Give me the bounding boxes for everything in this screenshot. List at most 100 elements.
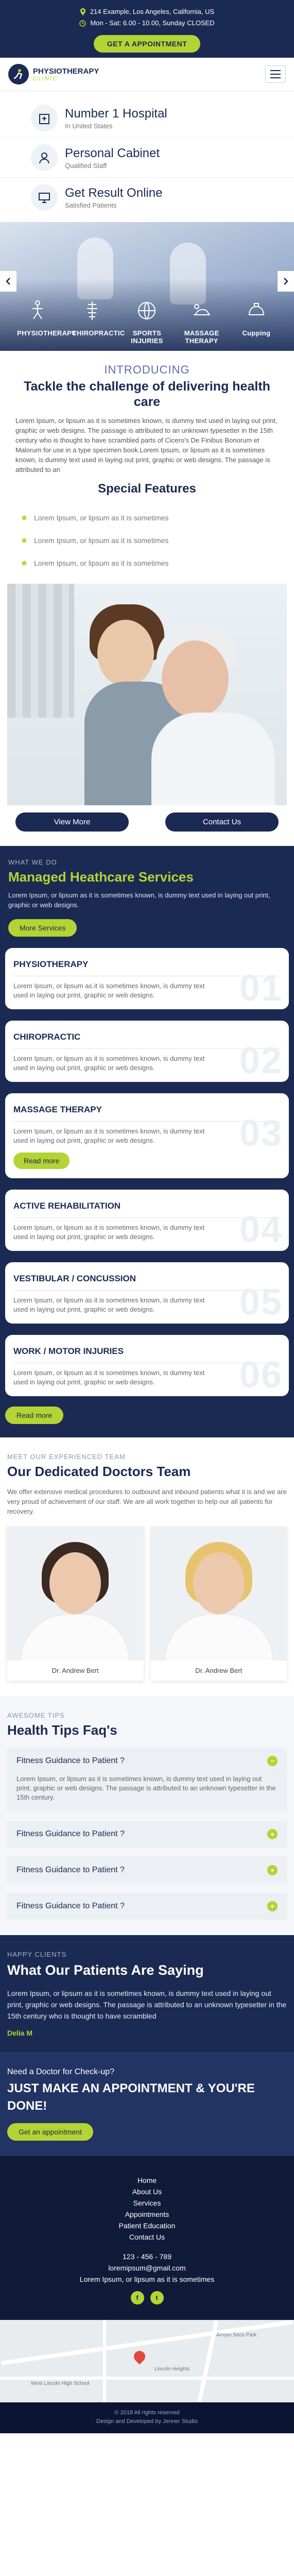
- sports-icon: [131, 295, 162, 326]
- hero-service-label: PHYSIOTHERAPY: [17, 329, 77, 337]
- get-an-appointment-button[interactable]: Get an appointment: [7, 2123, 93, 2141]
- photo-blinds: [7, 584, 74, 718]
- photo-shape: [49, 1552, 101, 1614]
- tips-kicker: AWESOME TIPS: [7, 1711, 65, 1719]
- logo[interactable]: PHYSIOTHERAPY CLINIC: [8, 64, 99, 84]
- faq-item[interactable]: Fitness Guidance to Patient ? +: [7, 1821, 287, 1848]
- service-card-number: 05: [239, 1282, 283, 1323]
- faq-item[interactable]: Fitness Guidance to Patient ? − Lorem Ip…: [7, 1748, 287, 1811]
- plus-icon: +: [267, 1829, 278, 1839]
- footer-phone[interactable]: 123 - 456 - 789: [7, 2251, 287, 2262]
- testimonial-kicker: HAPPY CLIENTS: [7, 1951, 67, 1958]
- team-section: MEET OUR EXPERIENCED TEAM Our Dedicated …: [0, 1437, 294, 1696]
- footer-link-services[interactable]: Services: [7, 2197, 287, 2209]
- address-row: 214 Example, Los Angeles, California, US: [0, 6, 294, 18]
- faq-question[interactable]: Fitness Guidance to Patient ? +: [7, 1857, 287, 1884]
- service-card[interactable]: VESTIBULAR / CONCUSSION Lorem Ipsum, or …: [5, 1262, 289, 1324]
- slider-prev-button[interactable]: [0, 271, 16, 292]
- special-features-list: Lorem Ipsum, or lipsum as it is sometime…: [0, 501, 294, 584]
- testimonial-author: Delia M: [7, 2029, 33, 2037]
- footer-link-appointments[interactable]: Appointments: [7, 2209, 287, 2220]
- star-icon: [21, 560, 28, 567]
- doctor-card[interactable]: Dr. Andrew Bert: [7, 1527, 144, 1681]
- hero-service-item[interactable]: PHYSIOTHERAPY: [17, 295, 77, 345]
- hero-service-item[interactable]: CHIROPRACTIC: [72, 295, 125, 345]
- read-more-button[interactable]: Read more: [13, 1153, 70, 1169]
- service-card[interactable]: WORK / MOTOR INJURIES Lorem Ipsum, or li…: [5, 1335, 289, 1396]
- view-more-button[interactable]: View More: [15, 812, 129, 832]
- hero-service-item[interactable]: SPORTS INJURIES: [126, 295, 167, 345]
- cupping-icon: [241, 295, 272, 326]
- footer-link-about[interactable]: About Us: [7, 2186, 287, 2197]
- service-card[interactable]: PHYSIOTHERAPY Lorem Ipsum, or lipsum as …: [5, 948, 289, 1009]
- list-item: Lorem Ipsum, or lipsum as it is sometime…: [21, 506, 294, 529]
- menu-bar: [270, 70, 281, 71]
- feature-title: Number 1 Hospital: [65, 106, 167, 121]
- service-card-number: 03: [239, 1113, 283, 1154]
- chiro-icon: [77, 295, 108, 326]
- footer-link-home[interactable]: Home: [7, 2175, 287, 2186]
- cta-section: Need a Doctor for Check-up? JUST MAKE AN…: [0, 2053, 294, 2156]
- more-services-button[interactable]: More Services: [8, 919, 77, 937]
- features-list: Number 1 Hospital In United States Person…: [0, 91, 294, 222]
- faq-question[interactable]: Fitness Guidance to Patient ? +: [7, 1821, 287, 1848]
- feature-subtitle: Satisfied Patients: [65, 201, 117, 209]
- hamburger-menu-button[interactable]: [265, 65, 286, 83]
- service-card-desc: Lorem Ipsum, or lipsum as it is sometime…: [13, 1127, 205, 1144]
- doctor-photo: [150, 1527, 287, 1660]
- testimonial-quote: Lorem Ipsum, or lipsum as it is sometime…: [7, 1989, 287, 2020]
- minus-icon: −: [267, 1756, 278, 1766]
- credit-text[interactable]: Design and Developed by Jenner Studio: [0, 2417, 294, 2426]
- slider-next-button[interactable]: [278, 271, 294, 292]
- bullet-text: Lorem Ipsum, or lipsum as it is sometime…: [34, 536, 169, 545]
- map-label: Lincoln Heights: [154, 2366, 190, 2372]
- map-pin-icon[interactable]: [131, 2348, 148, 2365]
- location-map[interactable]: West Lincoln High School Lincoln Heights…: [0, 2320, 294, 2402]
- site-footer: Home About Us Services Appointments Pati…: [0, 2156, 294, 2320]
- hero-service-item[interactable]: MASSAGE THERAPY: [181, 295, 222, 345]
- bullet-text: Lorem Ipsum, or lipsum as it is sometime…: [34, 559, 169, 567]
- testimonial-title: What Our Patients Are Saying: [7, 1962, 204, 1978]
- service-card-number: 04: [239, 1209, 283, 1250]
- bullet-text: Lorem Ipsum, or lipsum as it is sometime…: [34, 514, 169, 522]
- services-title: Managed Heathcare Services: [8, 869, 194, 885]
- feature-subtitle: Qualified Staff: [65, 161, 107, 170]
- chevron-right-icon: [284, 278, 288, 285]
- intro-section: INTRODUCING Tackle the challenge of deli…: [0, 351, 294, 501]
- service-card[interactable]: MASSAGE THERAPY Lorem Ipsum, or lipsum a…: [5, 1093, 289, 1178]
- menu-bar: [270, 77, 281, 78]
- contact-us-button[interactable]: Contact Us: [165, 812, 279, 832]
- hero-service-label: MASSAGE THERAPY: [184, 329, 219, 345]
- intro-kicker: INTRODUCING: [104, 363, 190, 376]
- logo-name: PHYSIOTHERAPY: [33, 66, 99, 76]
- hero-services-strip: PHYSIOTHERAPY CHIROPRACTIC SPORTS INJURI…: [0, 295, 294, 345]
- twitter-icon[interactable]: t: [150, 2291, 164, 2304]
- services-read-more-button[interactable]: Read more: [5, 1406, 64, 1424]
- faq-item[interactable]: Fitness Guidance to Patient ? +: [7, 1893, 287, 1920]
- tips-title: Health Tips Faq's: [7, 1722, 117, 1738]
- monitor-icon: [31, 184, 58, 211]
- faq-question-text: Fitness Guidance to Patient ?: [16, 1866, 125, 1874]
- doctor-card[interactable]: Dr. Andrew Bert: [150, 1527, 287, 1681]
- faq-question[interactable]: Fitness Guidance to Patient ? +: [7, 1893, 287, 1920]
- service-card[interactable]: CHIROPRACTIC Lorem Ipsum, or lipsum as i…: [5, 1021, 289, 1082]
- faq-item[interactable]: Fitness Guidance to Patient ? +: [7, 1857, 287, 1884]
- photo-shape: [164, 1614, 273, 1660]
- feature-title: Get Result Online: [65, 185, 163, 200]
- footer-link-patient-education[interactable]: Patient Education: [7, 2220, 287, 2231]
- faq-question[interactable]: Fitness Guidance to Patient ? −: [7, 1748, 287, 1774]
- feature-item: Number 1 Hospital In United States: [0, 98, 294, 138]
- get-appointment-button[interactable]: GET A APPOINTMENT: [93, 35, 201, 53]
- map-road: [1, 2320, 293, 2365]
- tips-section: AWESOME TIPS Health Tips Faq's Fitness G…: [0, 1696, 294, 1935]
- footer-email[interactable]: loremipsum@gmail.com: [7, 2262, 287, 2274]
- footer-link-contact[interactable]: Contact Us: [7, 2231, 287, 2243]
- service-card[interactable]: ACTIVE REHABILITATION Lorem Ipsum, or li…: [5, 1190, 289, 1251]
- doctor-name: Dr. Andrew Bert: [51, 1667, 99, 1674]
- footer-tagline: Lorem Ipsum, or lipsum as it is sometime…: [79, 2275, 215, 2283]
- hero-service-item[interactable]: Cupping: [236, 295, 277, 345]
- photo-shape: [21, 1614, 130, 1660]
- chevron-left-icon: [6, 278, 10, 285]
- facebook-icon[interactable]: f: [130, 2291, 144, 2304]
- services-lead: Lorem Ipsum, or lipsum as it is sometime…: [8, 891, 270, 909]
